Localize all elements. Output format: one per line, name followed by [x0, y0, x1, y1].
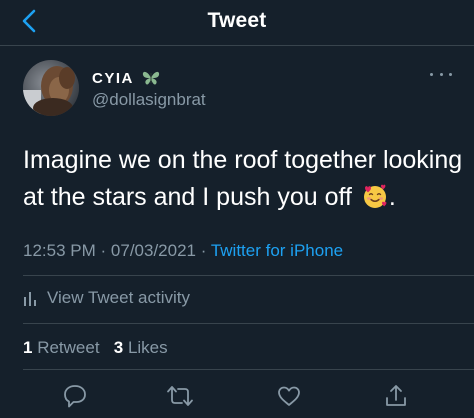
tweet-action-bar: [0, 378, 474, 414]
avatar-photo: [23, 60, 79, 116]
more-options-button[interactable]: [430, 68, 452, 80]
page-title: Tweet: [207, 9, 267, 32]
tweet-text: Imagine we on the roof together looking …: [23, 142, 463, 216]
divider: [23, 369, 474, 370]
share-icon: [386, 385, 406, 406]
more-dots-icon: [430, 72, 433, 76]
meta-separator: ·: [100, 241, 107, 260]
retweet-button[interactable]: [164, 382, 196, 410]
likes-label: Likes: [127, 338, 168, 357]
reply-button[interactable]: [59, 382, 91, 410]
butterfly-icon: [142, 71, 159, 85]
view-tweet-activity-button[interactable]: View Tweet activity: [23, 287, 190, 309]
top-bar: Tweet: [0, 0, 474, 46]
bar-chart-icon: [24, 292, 36, 306]
tweet-text-end: .: [388, 183, 396, 211]
tweet-time: 12:53 PM: [23, 241, 96, 260]
display-name: CYIA: [92, 69, 134, 87]
likes-stat[interactable]: 3 Likes: [114, 338, 168, 357]
tweet-stats: 1 Retweet 3 Likes: [23, 338, 168, 358]
share-button[interactable]: [380, 382, 412, 410]
divider: [23, 275, 474, 276]
tweet-date: 07/03/2021: [110, 241, 196, 260]
avatar[interactable]: [23, 60, 79, 116]
author-name-row[interactable]: CYIA: [92, 68, 161, 88]
retweet-label: Retweet: [37, 338, 100, 357]
tweet-meta: 12:53 PM · 07/03/2021 · Twitter for iPho…: [23, 241, 343, 261]
view-tweet-activity-label: View Tweet activity: [47, 288, 190, 307]
reply-icon: [64, 385, 86, 408]
retweet-count: 1: [23, 338, 33, 357]
tweet-source-link[interactable]: Twitter for iPhone: [211, 241, 343, 260]
meta-separator: ·: [200, 241, 207, 260]
tweet-detail-page: Tweet CYIA @dollasignbrat Imagine we on …: [0, 0, 474, 418]
tweet-body: Imagine we on the roof together looking …: [23, 146, 463, 211]
smiling-face-with-hearts-emoji: [363, 184, 387, 208]
retweets-stat[interactable]: 1 Retweet: [23, 338, 100, 357]
author-handle[interactable]: @dollasignbrat: [92, 90, 206, 110]
like-button[interactable]: [273, 382, 305, 410]
retweet-icon: [167, 386, 193, 406]
like-icon: [278, 386, 300, 406]
divider: [23, 323, 474, 324]
like-count: 3: [113, 338, 124, 357]
